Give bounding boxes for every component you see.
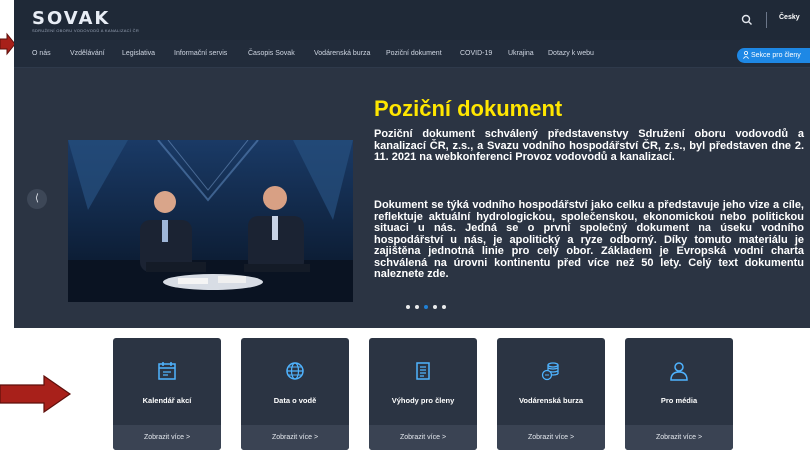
slide-paragraph-1: Poziční dokument schválený představenstv…: [374, 128, 804, 163]
page: SOVAK SDRUŽENÍ OBORU VODOVODŮ A KANALIZA…: [0, 0, 810, 450]
members-section-label: Sekce pro členy: [751, 52, 801, 59]
logo-subtitle: SDRUŽENÍ OBORU VODOVODŮ A KANALIZACÍ ČR: [32, 28, 140, 33]
carousel-dot[interactable]: [442, 305, 446, 309]
carousel-dot[interactable]: [433, 305, 437, 309]
carousel-prev-button[interactable]: ⟨: [27, 189, 47, 209]
slide-title: Poziční dokument: [374, 96, 563, 121]
annotation-arrow-bottom: [0, 374, 72, 414]
card-title: Kalendář akcí: [142, 396, 192, 405]
user-icon: [670, 362, 688, 381]
nav-item-o-nas[interactable]: O nás: [32, 50, 51, 57]
show-more-link[interactable]: Zobrazit více >: [497, 425, 605, 450]
logo-text: SOVAK: [32, 8, 111, 29]
site-header: SOVAK SDRUŽENÍ OBORU VODOVODŮ A KANALIZA…: [14, 0, 810, 40]
user-icon: [743, 51, 749, 59]
nav-item-dotazy-k-webu[interactable]: Dotazy k webu: [548, 50, 594, 57]
coins-icon: [541, 362, 559, 381]
nav-item-vzdelavani[interactable]: Vzdělávání: [70, 50, 105, 57]
globe-icon: [286, 362, 304, 380]
slide-paragraph-2: Dokument se týká vodního hospodářství ja…: [374, 199, 804, 280]
card-kalendar-akci[interactable]: Kalendář akcí Zobrazit více >: [113, 338, 221, 450]
language-switch[interactable]: Česky: [779, 14, 800, 21]
nav-item-ukrajina[interactable]: Ukrajina: [508, 50, 534, 57]
nav-item-informacni-servis[interactable]: Informační servis: [174, 50, 227, 57]
slide-photo: [68, 140, 353, 302]
nav-item-pozicni-dokument[interactable]: Poziční dokument: [386, 50, 442, 57]
show-more-link[interactable]: Zobrazit více >: [625, 425, 733, 450]
carousel-dot[interactable]: [415, 305, 419, 309]
show-more-link[interactable]: Zobrazit více >: [113, 425, 221, 450]
header-divider: [766, 12, 767, 28]
card-title: Data o vodě: [273, 396, 317, 405]
card-title: Výhody pro členy: [391, 396, 455, 405]
carousel-dot-active[interactable]: [424, 305, 428, 309]
calendar-icon: [158, 362, 176, 380]
show-more-link[interactable]: Zobrazit více >: [369, 425, 477, 450]
nav-item-vodarenska-burza[interactable]: Vodárenská burza: [314, 50, 370, 57]
nav-item-covid-19[interactable]: COVID-19: [460, 50, 492, 57]
card-vyhody-pro-cleny[interactable]: Výhody pro členy Zobrazit více >: [369, 338, 477, 450]
search-icon[interactable]: [741, 14, 753, 26]
carousel-dot[interactable]: [406, 305, 410, 309]
nav-item-casopis-sovak[interactable]: Časopis Sovak: [248, 50, 295, 57]
show-more-link[interactable]: Zobrazit více >: [241, 425, 349, 450]
main-nav: O nás Vzdělávání Legislativa Informační …: [14, 40, 810, 68]
studio-photo-illustration: [68, 140, 353, 302]
card-vodarenska-burza[interactable]: Vodárenská burza Zobrazit více >: [497, 338, 605, 450]
card-title: Vodárenská burza: [518, 396, 584, 405]
card-data-o-vode[interactable]: Data o vodě Zobrazit více >: [241, 338, 349, 450]
carousel-dots: [406, 305, 446, 311]
feature-cards: Kalendář akcí Zobrazit více > Data o vod…: [0, 338, 810, 450]
card-title: Pro média: [660, 396, 698, 405]
nav-item-legislativa[interactable]: Legislativa: [122, 50, 155, 57]
document-icon: [416, 362, 430, 380]
sovak-logo[interactable]: SOVAK SDRUŽENÍ OBORU VODOVODŮ A KANALIZA…: [32, 8, 139, 33]
card-pro-media[interactable]: Pro média Zobrazit více >: [625, 338, 733, 450]
members-section-button[interactable]: Sekce pro členy: [737, 48, 810, 63]
